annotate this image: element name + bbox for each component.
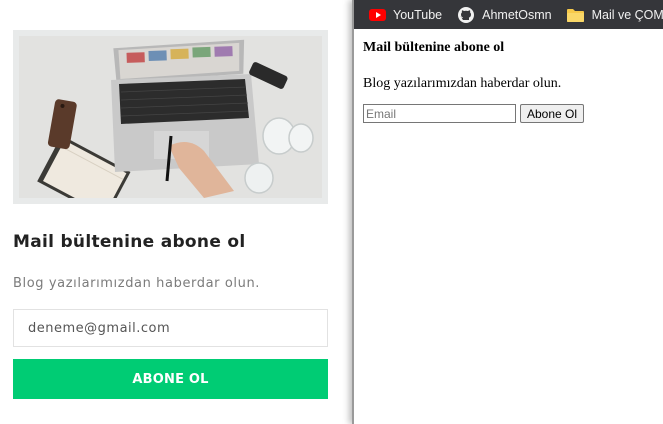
page-heading: Mail bültenine abone ol [363,40,505,55]
card-subtitle: Blog yazılarımızdan haberdar olun. [13,276,261,291]
subscribe-form: Abone Ol [363,104,654,123]
page-text: Blog yazılarımızdan haberdar olun. [363,76,562,91]
unstyled-page: Mail bültenine abone ol Blog yazılarımız… [354,29,663,424]
youtube-icon [368,6,386,24]
styled-newsletter-card: Mail bültenine abone ol Blog yazılarımız… [0,0,352,424]
bookmark-label: Mail ve ÇOMÜ [591,7,663,22]
subscribe-button[interactable]: ABONE OL [13,359,328,399]
abone-ol-button[interactable]: Abone Ol [520,104,585,123]
browser-window: YouTube AhmetOsmn Mail ve ÇOMÜ Mail bült… [352,0,663,424]
email-input[interactable] [363,104,516,123]
bookmark-github[interactable]: AhmetOsmn [457,0,552,29]
laptop-desk-photo [19,36,322,198]
bookmarks-bar: YouTube AhmetOsmn Mail ve ÇOMÜ [354,0,663,29]
hero-image-frame [13,30,328,204]
email-field[interactable] [13,309,328,347]
folder-icon [567,6,585,24]
bookmark-label: AhmetOsmn [482,7,552,22]
card-title: Mail bültenine abone ol [13,232,246,252]
github-icon [457,6,475,24]
bookmark-label: YouTube [393,7,443,22]
bookmark-youtube[interactable]: YouTube [368,0,442,29]
bookmark-folder-mail[interactable]: Mail ve ÇOMÜ [567,0,663,29]
